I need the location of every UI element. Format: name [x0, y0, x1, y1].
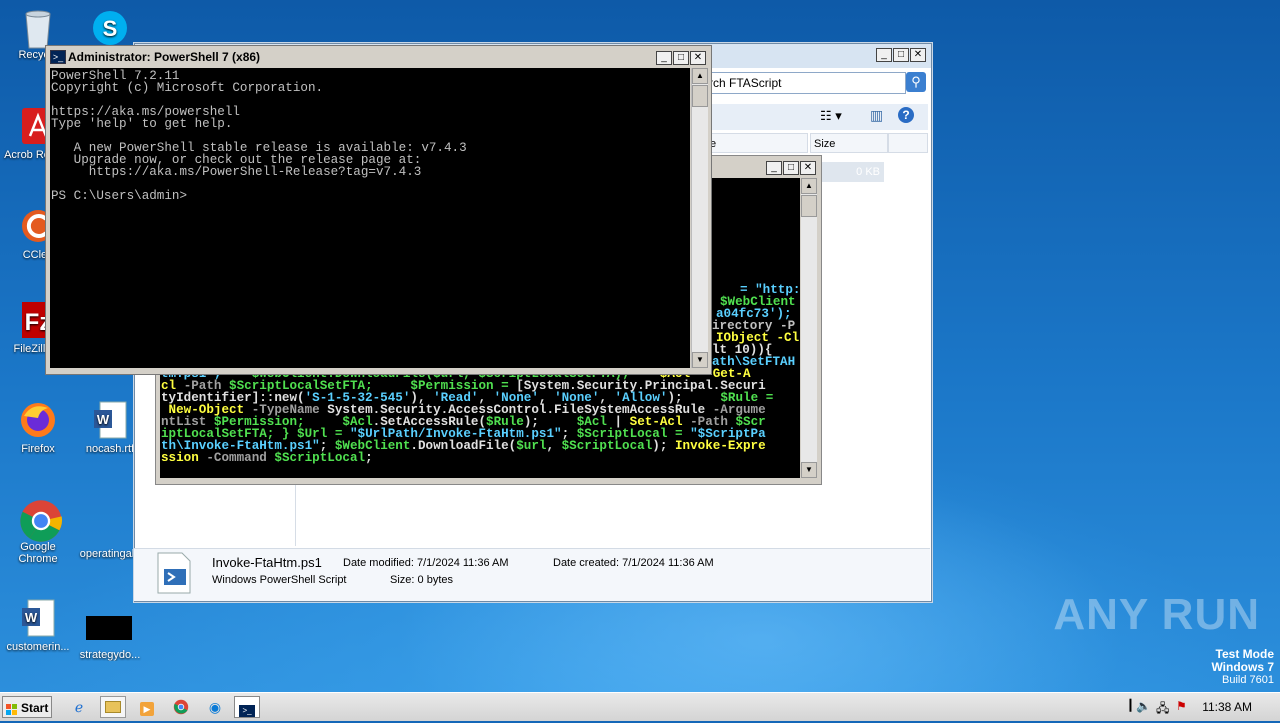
powershell-console[interactable]: PowerShell 7.2.11 Copyright (c) Microsoft… — [50, 68, 690, 368]
details-date-created: Date created: 7/1/2024 11:36 AM — [553, 557, 714, 569]
code-token: ; — [365, 451, 373, 465]
nav-pane-divider — [295, 484, 296, 546]
code-token: .DownloadFile( — [410, 439, 517, 453]
console-line: Copyright (c) Microsoft Corporation. — [51, 81, 324, 95]
ps-bg-close-button[interactable]: ✕ — [800, 161, 816, 175]
date-modified-label: Date modified: — [343, 557, 414, 569]
date-created-value: 7/1/2024 11:36 AM — [622, 557, 714, 569]
scroll-down-arrow-icon[interactable]: ▼ — [692, 352, 708, 368]
column-header-extra[interactable] — [888, 133, 928, 153]
powershell-window-main[interactable]: >_ Administrator: PowerShell 7 (x86) _ □… — [45, 45, 712, 375]
scroll-down-arrow-icon[interactable]: ▼ — [801, 462, 817, 478]
console-code-lines: tm.ps1"; $WebClient.DownloadFile($url, $… — [161, 368, 773, 465]
code-token: ssion — [161, 451, 207, 465]
code-token: $ScriptLocal — [561, 439, 653, 453]
code-token: $url — [516, 439, 547, 453]
edge-icon[interactable]: ◉ — [202, 696, 228, 718]
recycle-bin-icon — [18, 6, 58, 49]
details-filetype: Windows PowerShell Script — [212, 574, 347, 586]
column-header-size[interactable]: Size — [810, 133, 888, 153]
code-line: ssion -Command $ScriptLocal; — [161, 451, 773, 465]
powershell-script-icon — [156, 551, 192, 595]
code-token: ); — [652, 439, 675, 453]
desktop-icon-chrome[interactable]: Google Chrome — [0, 498, 76, 565]
preview-pane-icon[interactable]: ▥ — [870, 107, 883, 124]
anyrun-watermark: ANY RUN — [1053, 590, 1260, 639]
details-pane: Invoke-FtaHtm.ps1 Windows PowerShell Scr… — [134, 548, 930, 601]
ps-bg-scrollbar[interactable]: ▲ ▼ — [801, 178, 817, 478]
scroll-thumb[interactable] — [692, 85, 708, 107]
console-line: PS C:\Users\admin> — [51, 189, 188, 203]
svg-text:W: W — [97, 412, 110, 427]
code-token: Invoke-Expre — [674, 439, 766, 453]
scroll-up-arrow-icon[interactable]: ▲ — [801, 178, 817, 194]
details-date-modified: Date modified: 7/1/2024 11:36 AM — [343, 557, 509, 569]
ps-minimize-button[interactable]: _ — [656, 51, 672, 65]
desktop-icon-firefox[interactable]: Firefox — [0, 400, 76, 455]
system-tray: ▕▏ 🔈 🖧 ⚑ 11:38 AM — [1122, 693, 1280, 721]
code-token: $ScriptLocal — [274, 451, 366, 465]
powershell-icon: >_ — [50, 50, 66, 64]
desktop-icon-customerin[interactable]: W customerin... — [0, 598, 76, 653]
date-modified-value: 7/1/2024 11:36 AM — [417, 557, 509, 569]
explorer-close-button[interactable]: ✕ — [910, 48, 926, 62]
explorer-icon[interactable] — [100, 696, 126, 718]
clock[interactable]: 11:38 AM — [1202, 700, 1252, 714]
black-thumb-icon — [86, 606, 132, 646]
explorer-search-input[interactable]: rch FTAScript — [706, 72, 906, 94]
svg-text:W: W — [25, 610, 38, 625]
taskbar: Start ℯ ▶ ◉ >_ ▕▏ 🔈 🖧 ⚑ 11:38 AM — [0, 692, 1280, 721]
chrome-icon — [18, 498, 63, 542]
console-line: Type 'help' to get help. — [51, 117, 233, 131]
powershell-titlebar[interactable]: >_ Administrator: PowerShell 7 (x86) — [46, 46, 711, 68]
code-token: , — [546, 439, 562, 453]
svg-text:S: S — [103, 16, 118, 41]
console-output: PowerShell 7.2.11 Copyright (c) Microsoft… — [51, 70, 467, 203]
test-mode-notice: Test Mode Windows 7 Build 7601 — [1211, 647, 1274, 687]
explorer-minimize-button[interactable]: _ — [876, 48, 892, 62]
ps-maximize-button[interactable]: □ — [673, 51, 689, 65]
ps-bg-maximize-button[interactable]: □ — [783, 161, 799, 175]
word-doc-icon: W — [18, 598, 58, 638]
ie-icon[interactable]: ℯ — [66, 696, 92, 718]
firefox-icon — [18, 400, 58, 440]
chrome-icon[interactable] — [168, 696, 194, 718]
search-icon[interactable]: ⚲ — [906, 72, 926, 92]
help-icon[interactable]: ? — [898, 107, 914, 123]
code-token: -Command — [206, 451, 275, 465]
explorer-maximize-button[interactable]: □ — [893, 48, 909, 62]
flag-icon[interactable]: ⚑ — [1176, 699, 1187, 713]
powershell-title: Administrator: PowerShell 7 (x86) — [68, 50, 261, 64]
blank-file-icon — [87, 505, 127, 545]
explorer-toolbar: ☷ ▾ ▥ ? — [710, 104, 928, 130]
details-size: Size: 0 bytes — [390, 574, 453, 586]
ps-bg-minimize-button[interactable]: _ — [766, 161, 782, 175]
ps-close-button[interactable]: ✕ — [690, 51, 706, 65]
desktop-icon-strategydo[interactable]: strategydo... — [72, 606, 148, 661]
view-options-icon[interactable]: ☷ ▾ — [820, 108, 842, 124]
size-label: Size: — [390, 574, 415, 586]
file-size-cell: 0 KB — [818, 162, 884, 182]
network-icon[interactable]: 🖧 — [1156, 699, 1169, 720]
ps-scrollbar[interactable]: ▲ ▼ — [691, 68, 708, 368]
windows-logo-icon — [6, 701, 18, 715]
skype-icon: S — [90, 8, 130, 48]
media-player-icon[interactable]: ▶ — [134, 696, 160, 718]
size-value: 0 bytes — [417, 574, 453, 586]
console-line: https://aka.ms/PowerShell-Release?tag=v7… — [51, 165, 422, 179]
column-header-name[interactable]: e — [706, 133, 808, 153]
start-button[interactable]: Start — [2, 696, 52, 718]
volume-icon[interactable]: 🔈 — [1136, 699, 1151, 713]
scroll-up-arrow-icon[interactable]: ▲ — [692, 68, 708, 84]
scroll-thumb[interactable] — [801, 195, 817, 217]
powershell-icon[interactable]: >_ — [234, 696, 260, 718]
details-filename: Invoke-FtaHtm.ps1 — [212, 555, 322, 570]
word-doc-icon: W — [90, 400, 130, 440]
date-created-label: Date created: — [553, 557, 620, 569]
